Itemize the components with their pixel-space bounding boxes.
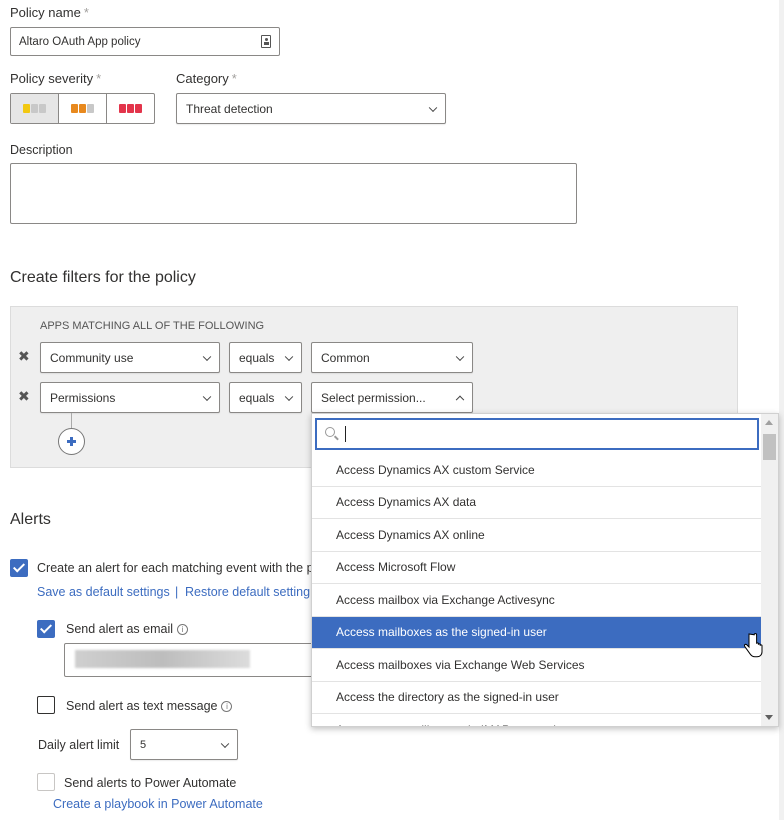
filter-field-value: Permissions: [50, 390, 116, 405]
permission-option[interactable]: Access user mailboxes via IMAP protocol: [312, 714, 762, 726]
category-value: Threat detection: [186, 101, 273, 116]
create-alert-checkbox[interactable]: [10, 559, 28, 577]
send-text-checkbox[interactable]: [37, 696, 55, 714]
restore-default-link[interactable]: Restore default setting: [185, 585, 310, 599]
info-icon[interactable]: i: [221, 701, 233, 712]
send-email-checkbox[interactable]: [37, 620, 55, 638]
chevron-down-icon: [455, 352, 465, 361]
contact-card-icon: [261, 35, 271, 48]
permission-option[interactable]: Access Dynamics AX custom Service: [312, 454, 762, 487]
save-default-link[interactable]: Save as default settings: [37, 585, 170, 599]
scroll-up-arrow-icon[interactable]: [765, 420, 773, 425]
permission-option[interactable]: Access mailboxes via Exchange Web Servic…: [312, 649, 762, 682]
power-automate-label: Send alerts to Power Automate: [64, 776, 237, 790]
send-text-label: Send alert as text message i: [66, 699, 233, 713]
scrollbar-thumb[interactable]: [763, 434, 776, 460]
policy-severity-label: Policy severity *: [10, 71, 102, 86]
filter-group-label: APPS MATCHING ALL OF THE FOLLOWING: [40, 320, 265, 332]
permission-list: Access Dynamics AX custom Service Access…: [312, 454, 762, 726]
permission-select[interactable]: Select permission...: [311, 382, 473, 413]
filter-operator-select[interactable]: equals: [229, 382, 302, 413]
hand-cursor-icon: [743, 633, 763, 658]
dropdown-scrollbar[interactable]: [761, 414, 778, 726]
power-automate-checkbox[interactable]: [37, 773, 55, 791]
chevron-down-icon: [220, 739, 230, 748]
chevron-up-icon: [455, 395, 465, 404]
permission-option[interactable]: Access Dynamics AX online: [312, 519, 762, 552]
daily-limit-select[interactable]: 5: [130, 729, 238, 760]
severity-selector: [10, 93, 155, 124]
filter-value-select[interactable]: Common: [311, 342, 473, 373]
redacted-email: [75, 650, 250, 668]
permission-option[interactable]: Access mailbox via Exchange Activesync: [312, 584, 762, 617]
description-textarea[interactable]: [10, 163, 577, 224]
text-cursor: [345, 426, 346, 442]
permission-search-input[interactable]: [315, 418, 759, 450]
permission-option[interactable]: Access Microsoft Flow: [312, 552, 762, 584]
create-playbook-link[interactable]: Create a playbook in Power Automate: [53, 797, 263, 811]
scroll-down-arrow-icon[interactable]: [765, 715, 773, 720]
policy-name-input[interactable]: Altaro OAuth App policy: [10, 27, 280, 56]
chevron-down-icon: [202, 352, 212, 361]
daily-limit-value: 5: [140, 738, 147, 751]
chevron-down-icon: [284, 352, 294, 361]
policy-name-label: Policy name *: [10, 5, 89, 20]
add-filter-button[interactable]: [58, 428, 85, 455]
permission-dropdown: Access Dynamics AX custom Service Access…: [311, 413, 779, 727]
link-separator: |: [175, 585, 179, 599]
create-alert-label: Create an alert for each matching event …: [37, 561, 314, 575]
alerts-heading: Alerts: [10, 511, 51, 528]
filter-field-select[interactable]: Community use: [40, 342, 220, 373]
filter-operator-value: equals: [239, 390, 275, 405]
page-scrollbar[interactable]: [779, 0, 784, 820]
severity-medium-button[interactable]: [59, 94, 107, 123]
filter-value-value: Common: [321, 350, 370, 365]
filter-field-select[interactable]: Permissions: [40, 382, 220, 413]
severity-low-button[interactable]: [11, 94, 59, 123]
chevron-down-icon: [428, 103, 438, 112]
daily-limit-label: Daily alert limit: [38, 738, 120, 752]
permission-option-highlighted[interactable]: Access mailboxes as the signed-in user: [312, 616, 762, 649]
filter-operator-select[interactable]: equals: [229, 342, 302, 373]
category-select[interactable]: Threat detection: [176, 93, 446, 124]
remove-filter-icon[interactable]: ✖: [18, 388, 30, 405]
remove-filter-icon[interactable]: ✖: [18, 348, 30, 365]
chevron-down-icon: [284, 392, 294, 401]
filter-field-value: Community use: [50, 350, 134, 365]
connector-line: [71, 413, 72, 429]
chevron-down-icon: [202, 392, 212, 401]
filter-operator-value: equals: [239, 350, 275, 365]
permission-option[interactable]: Access Dynamics AX data: [312, 487, 762, 519]
permission-select-value: Select permission...: [321, 390, 426, 405]
permission-option[interactable]: Access the directory as the signed-in us…: [312, 682, 762, 714]
info-icon[interactable]: i: [177, 624, 189, 635]
category-label: Category *: [176, 71, 237, 86]
email-input[interactable]: [64, 643, 324, 677]
description-label: Description: [10, 143, 73, 157]
severity-high-button[interactable]: [107, 94, 154, 123]
send-email-label: Send alert as email i: [66, 622, 189, 636]
policy-name-value: Altaro OAuth App policy: [19, 36, 141, 48]
filters-heading: Create filters for the policy: [10, 269, 196, 286]
